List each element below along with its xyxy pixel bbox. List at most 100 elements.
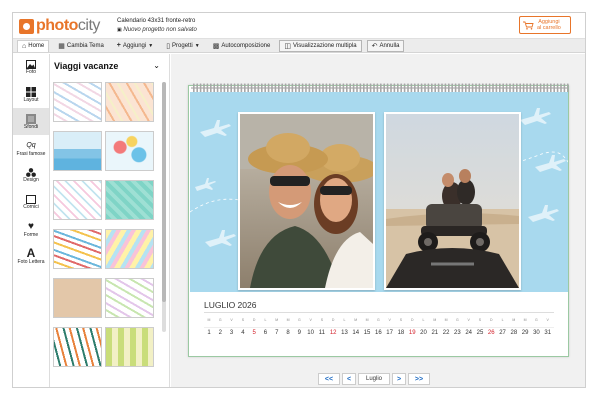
photo-atv-ride[interactable] xyxy=(384,112,521,290)
day-number: 24 xyxy=(465,330,473,336)
day-number-row: 1 2 3 4 5 6 7 8 9 10 11 12 13 14 15 16 17 18 19 20 21 22 23 24 2… xyxy=(204,330,554,339)
calendar-month-title: LUGLIO 2026 xyxy=(204,300,257,310)
day-number: 21 xyxy=(431,330,439,336)
chevron-down-icon[interactable]: ⌄ xyxy=(153,61,160,70)
weekday-label: V xyxy=(309,318,312,322)
weekday-label: V xyxy=(388,318,391,322)
last-page-button[interactable]: >> xyxy=(408,373,430,385)
rail-item-cornici[interactable]: Cornici xyxy=(13,189,49,216)
weekday-label: G xyxy=(456,318,459,322)
photo-couple-selfie[interactable] xyxy=(238,112,378,290)
weekday-label: L xyxy=(501,318,504,322)
cart-label-line2: al carrello xyxy=(537,25,561,31)
home-icon: ⌂ xyxy=(22,42,27,50)
undo-button[interactable]: ↶ Annulla xyxy=(366,39,405,52)
layout-icon xyxy=(26,86,36,97)
add-menu-button[interactable]: + Aggiungi ▼ xyxy=(113,40,157,52)
weekday-label: M xyxy=(275,318,279,322)
rail-label-design: Design xyxy=(23,177,39,183)
scrollbar-thumb[interactable] xyxy=(162,82,166,302)
change-theme-button[interactable]: ▦ Cambia Tema xyxy=(54,40,108,52)
background-thumb[interactable] xyxy=(53,82,102,122)
backgrounds-panel: Viaggi vacanze ⌄ xyxy=(50,54,170,387)
weekday-label: S xyxy=(478,318,482,322)
background-thumb[interactable] xyxy=(105,82,154,122)
background-thumb[interactable] xyxy=(105,131,154,171)
rail-item-forme[interactable]: ♥ Forme xyxy=(13,216,49,243)
home-label: Home xyxy=(28,43,45,49)
multiview-icon: ◫ xyxy=(284,42,291,50)
chevron-down-icon: ▼ xyxy=(194,42,200,49)
project-title: Calendario 43x31 fronte-retro xyxy=(117,18,196,24)
editor-canvas: LUGLIO 2026 M G V S D L M M G V S D L M M G V S D L M M G V S D L M… xyxy=(171,54,585,387)
autocompose-button[interactable]: ▩ Autocomposizione xyxy=(209,40,275,52)
day-number: 17 xyxy=(386,330,393,336)
weekday-label: M xyxy=(444,318,448,322)
day-number: 5 xyxy=(252,330,256,336)
logo[interactable]: photo city xyxy=(19,17,100,35)
theme-icon: ▦ xyxy=(58,42,65,50)
add-to-cart-button[interactable]: Aggiungi al carrello xyxy=(519,16,571,34)
couple-selfie-image xyxy=(240,114,378,288)
rail-label-forme: Forme xyxy=(23,232,39,238)
weekday-label: M xyxy=(207,318,211,322)
day-number: 19 xyxy=(408,330,416,336)
background-thumb[interactable] xyxy=(53,131,102,171)
day-number: 2 xyxy=(218,330,222,336)
multiview-label: Visualizzazione multipla xyxy=(292,42,357,49)
autocompose-icon: ▩ xyxy=(212,42,220,50)
projects-menu-button[interactable]: ▯ Progetti ▼ xyxy=(162,40,204,52)
background-thumb[interactable] xyxy=(105,327,154,367)
weekday-label: G xyxy=(376,318,380,322)
folder-icon: ▯ xyxy=(166,42,171,50)
background-thumb[interactable] xyxy=(53,278,102,318)
first-page-button[interactable]: << xyxy=(318,373,340,385)
weekday-label: L xyxy=(422,318,425,322)
weekday-label: D xyxy=(489,318,493,322)
weekday-label: S xyxy=(241,318,245,322)
rail-item-foto[interactable]: Foto xyxy=(13,54,49,81)
background-thumb[interactable] xyxy=(105,180,154,220)
current-page-label[interactable]: Luglio xyxy=(358,373,390,385)
design-icon xyxy=(26,168,36,177)
multiview-button[interactable]: ◫ Visualizzazione multipla xyxy=(279,39,362,52)
rail-label-foto-lettera: Foto Lettera xyxy=(17,259,45,265)
rail-label-foto: Foto xyxy=(25,69,36,75)
project-info: Calendario 43x31 fronte-retro ▣ Nuovo pr… xyxy=(117,17,197,35)
atv-image xyxy=(386,114,519,288)
day-number: 30 xyxy=(533,330,540,336)
panel-title: Viaggi vacanze xyxy=(54,61,119,71)
rail-item-design[interactable]: Design xyxy=(13,162,49,189)
day-number: 13 xyxy=(341,330,348,336)
logo-icon xyxy=(19,18,34,34)
save-icon: ▣ xyxy=(117,27,122,33)
background-thumb[interactable] xyxy=(105,229,154,269)
weekday-label: D xyxy=(331,318,335,322)
previous-page-button[interactable]: < xyxy=(342,373,356,385)
day-number: 22 xyxy=(442,330,450,336)
home-button[interactable]: ⌂ Home xyxy=(17,39,50,52)
thumbnail-grid xyxy=(53,82,161,386)
background-thumb[interactable] xyxy=(105,278,154,318)
weekday-label: G xyxy=(535,318,538,322)
backgrounds-icon xyxy=(26,113,36,124)
background-thumb[interactable] xyxy=(53,327,102,367)
weekday-label: M xyxy=(523,318,527,322)
calendar-page[interactable]: LUGLIO 2026 M G V S D L M M G V S D L M M G V S D L M M G V S D L M… xyxy=(188,83,569,357)
weekday-label: S xyxy=(320,318,324,322)
next-page-button[interactable]: > xyxy=(392,373,406,385)
weekday-label: L xyxy=(343,318,346,322)
weekday-label: M xyxy=(354,318,358,322)
rail-label-layout: Layout xyxy=(23,96,39,103)
rail-item-sfondi[interactable]: Sfondi xyxy=(13,108,49,135)
rail-item-foto-lettera[interactable]: A Foto Lettera xyxy=(13,243,49,270)
weekday-label: V xyxy=(467,318,470,322)
day-number: 25 xyxy=(476,330,484,336)
calendar-divider xyxy=(204,312,554,313)
panel-scrollbar[interactable] xyxy=(162,82,166,332)
logo-accent-text: city xyxy=(77,17,101,34)
background-thumb[interactable] xyxy=(53,180,102,220)
background-thumb[interactable] xyxy=(53,229,102,269)
rail-item-frasi-famose[interactable]: Qq Frasi famose xyxy=(13,135,49,162)
rail-item-layout[interactable]: Layout xyxy=(13,81,49,108)
